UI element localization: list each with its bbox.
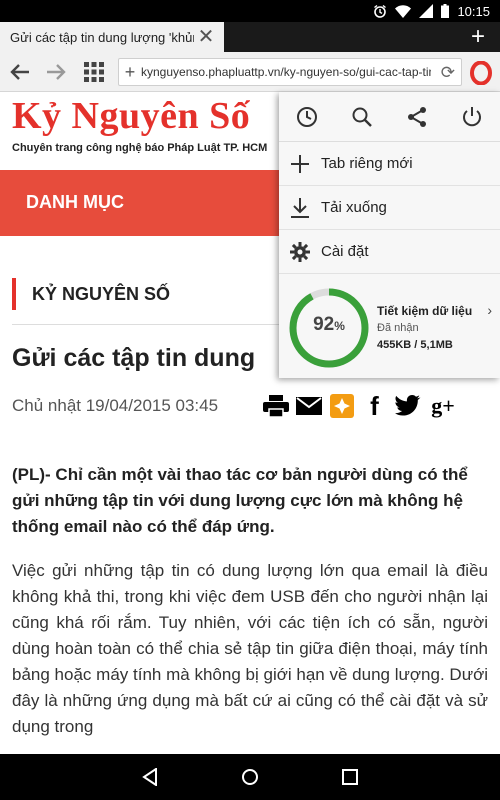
address-row: + kynguyenso.phapluattp.vn/ky-nguyen-so/…	[0, 52, 500, 92]
browser-menu: Tab riêng mới Tải xuống Cài đặt 92% Tiết…	[279, 92, 500, 378]
opera-menu-button[interactable]	[470, 60, 492, 86]
opera-logo-icon	[470, 60, 492, 86]
arrow-left-icon	[10, 64, 29, 80]
system-nav-bar	[0, 754, 500, 800]
grid-icon	[84, 62, 104, 82]
gear-icon	[279, 241, 321, 262]
data-savings-panel[interactable]: 92% Tiết kiệm dữ liệu › Đã nhận 455KB / …	[279, 278, 500, 378]
back-icon[interactable]	[135, 762, 165, 792]
close-icon[interactable]: ✕	[196, 27, 216, 47]
tab-title: Gửi các tập tin dung lượng 'khủng	[10, 29, 194, 45]
speed-dial-button[interactable]	[82, 60, 106, 84]
add-bookmark-icon[interactable]: +	[119, 62, 141, 83]
download-icon	[279, 197, 321, 218]
data-savings-amount: 455KB / 5,1MB	[377, 339, 453, 351]
share-icon[interactable]	[403, 103, 431, 131]
search-icon[interactable]	[348, 103, 376, 131]
article-date: Chủ nhật 19/04/2015 03:45	[12, 396, 219, 415]
home-icon[interactable]	[235, 762, 265, 792]
menu-item-settings[interactable]: Cài đặt	[279, 230, 500, 274]
twitter-icon[interactable]	[394, 393, 421, 420]
battery-icon	[441, 4, 450, 18]
phone-screen: 10:15 Gửi các tập tin dung lượng 'khủng …	[0, 0, 500, 800]
arrow-right-icon	[47, 64, 66, 80]
zing-icon[interactable]	[328, 393, 355, 420]
section-heading[interactable]: KỶ NGUYÊN SỐ	[12, 278, 170, 310]
power-icon[interactable]	[458, 103, 486, 131]
print-icon[interactable]	[262, 393, 289, 420]
plus-icon	[279, 154, 321, 173]
menu-item-label: Tab riêng mới	[321, 155, 413, 172]
recents-icon[interactable]	[335, 762, 365, 792]
menu-item-downloads[interactable]: Tải xuống	[279, 186, 500, 230]
wifi-icon	[395, 4, 412, 18]
facebook-icon[interactable]: f	[361, 391, 388, 421]
plus-icon: +	[470, 23, 485, 50]
active-tab[interactable]: Gửi các tập tin dung lượng 'khủng ✕	[0, 22, 224, 52]
forward-button[interactable]	[44, 60, 68, 84]
share-bar: f g+	[262, 391, 459, 421]
data-savings-title: Tiết kiệm dữ liệu	[377, 304, 473, 318]
url-field[interactable]: + kynguyenso.phapluattp.vn/ky-nguyen-so/…	[118, 58, 462, 86]
google-plus-icon[interactable]: g+	[427, 393, 459, 420]
alarm-icon	[373, 4, 387, 18]
chevron-right-icon: ›	[487, 302, 492, 318]
status-time: 10:15	[457, 3, 490, 19]
tab-strip: Gửi các tập tin dung lượng 'khủng ✕ +	[0, 22, 500, 52]
article-body: Việc gửi những tập tin có dung lượng lớn…	[12, 561, 488, 736]
category-menu-label: DANH MỤC	[26, 192, 124, 212]
url-text: kynguyenso.phapluattp.vn/ky-nguyen-so/gu…	[141, 65, 431, 79]
back-button[interactable]	[8, 60, 32, 84]
site-logo[interactable]: Kỷ Nguyên Số	[12, 94, 250, 138]
new-tab-button[interactable]: +	[466, 24, 490, 50]
data-savings-subtitle: Đã nhận	[377, 322, 419, 334]
reload-icon[interactable]: ⟳	[441, 63, 455, 83]
menu-item-label: Tải xuống	[321, 199, 387, 216]
data-savings-percent: 92%	[313, 314, 345, 335]
menu-item-label: Cài đặt	[321, 243, 369, 260]
menu-item-private-tab[interactable]: Tab riêng mới	[279, 142, 500, 186]
history-icon[interactable]	[293, 103, 321, 131]
site-tagline: Chuyên trang công nghệ báo Pháp Luật TP.…	[12, 142, 268, 154]
menu-icon-row	[279, 92, 500, 142]
signal-icon	[419, 4, 434, 18]
email-icon[interactable]	[295, 393, 322, 420]
status-bar: 10:15	[0, 0, 500, 22]
article-title: Gửi các tập tin dung	[12, 344, 256, 372]
article-lead: (PL)- Chỉ cần một vài thao tác cơ bản ng…	[12, 465, 468, 536]
